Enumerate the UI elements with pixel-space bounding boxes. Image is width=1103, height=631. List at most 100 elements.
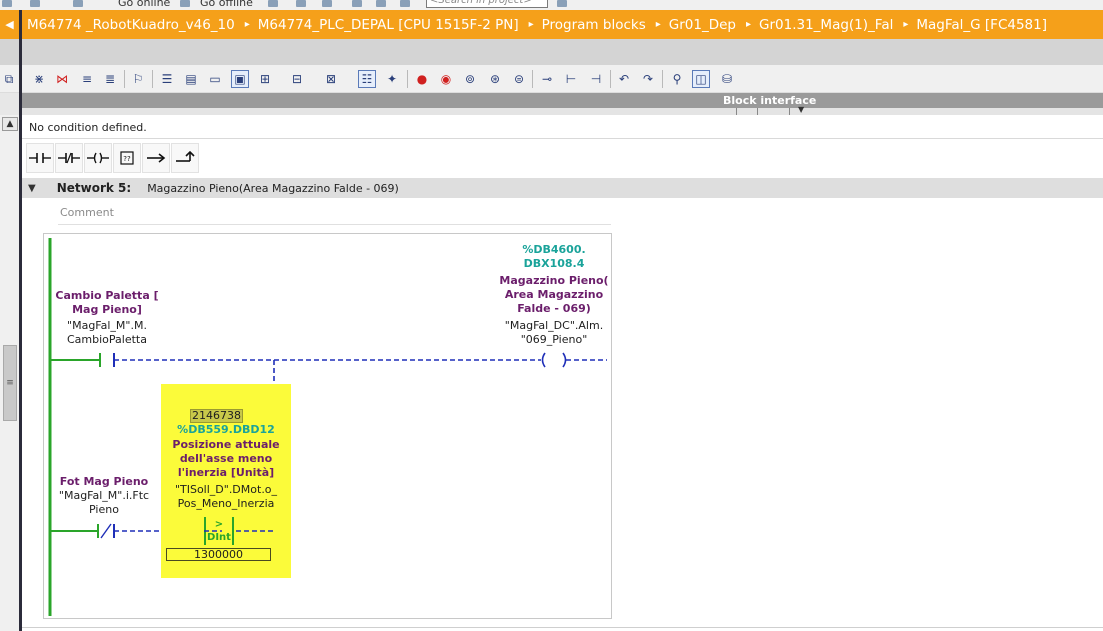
toolbar-icon[interactable] (2, 0, 12, 7)
breadcrumb-item[interactable]: Program blocks (534, 17, 646, 33)
contact2-name: Fot Mag Pieno (59, 475, 149, 488)
splitter-arrow-icon[interactable]: ▼ (798, 105, 804, 114)
toolbar-icon[interactable] (400, 0, 410, 7)
contact2-tag[interactable]: "MagFal_M".i.Ftc Pieno (44, 489, 164, 517)
compare-tag-line: "TISoll_D".DMot.o_ (174, 483, 278, 496)
contact1-tag[interactable]: "MagFal_M".M. CambioPaletta (47, 319, 167, 347)
go-offline-button[interactable]: Go offline (200, 0, 253, 9)
favorites-icon[interactable]: ⊟ (288, 70, 306, 88)
step-in-icon[interactable]: ↶ (615, 70, 633, 88)
close-branch-button[interactable] (171, 143, 199, 173)
coil-left[interactable] (541, 352, 546, 368)
ladder-network-area: Cambio Paletta [ Mag Pieno] "MagFal_M".M… (43, 233, 612, 619)
coil-address: %DB4600. DBX108.4 (494, 243, 614, 271)
cross-reference-icon[interactable]: ⚐ (129, 70, 147, 88)
contact2-tag-line: Pieno (89, 503, 119, 516)
force-icon[interactable]: ⊜ (510, 70, 528, 88)
network-view-icon[interactable]: ▤ (182, 70, 200, 88)
no-contact-button[interactable] (26, 143, 54, 173)
highlight-icon[interactable]: ✦ (383, 70, 401, 88)
splitter-tick (736, 108, 737, 115)
coil-button[interactable] (84, 143, 112, 173)
delete-network-icon[interactable]: ⋈ (53, 70, 71, 88)
insert-row-icon[interactable]: ≡ (78, 70, 96, 88)
monitor-icon[interactable]: ⊚ (461, 70, 479, 88)
network-title: Network 5: (56, 181, 132, 195)
nc-contact-slash (100, 523, 112, 539)
absolute-operands-icon[interactable]: ☰ (158, 70, 176, 88)
add-row-icon[interactable]: ≣ (101, 70, 119, 88)
search-go-icon[interactable] (557, 0, 567, 7)
breadcrumb-item[interactable]: Gr01_Dep (661, 17, 736, 33)
open-branch-icon (147, 153, 166, 163)
close-branch-icon (176, 151, 195, 162)
coil-name: Magazzino Pieno( Area Magazzino Falde - … (494, 274, 614, 316)
compare-instruction-box[interactable]: 2146738 %DB559.DBD12 Posizione attuale d… (161, 384, 291, 578)
coil-tag[interactable]: "MagFal_DC".Alm. "069_Pieno" (494, 319, 614, 347)
breadcrumb-item-current[interactable]: MagFal_G [FC4581] (908, 17, 1047, 33)
toolbar-edge-icon[interactable]: ⧉ (0, 70, 18, 88)
compare-address: %DB559.DBD12 (177, 423, 275, 436)
database-icon[interactable]: ⛁ (718, 70, 736, 88)
watch-icon[interactable]: ⚲ (668, 70, 686, 88)
toolbar-icon[interactable] (30, 0, 40, 7)
toolbar-icon[interactable] (73, 0, 83, 7)
toolbar-icon[interactable] (376, 0, 386, 7)
compare-constant[interactable]: 1300000 (166, 548, 271, 561)
condition-text: No condition defined. (29, 121, 147, 134)
modify-icon[interactable]: ⊛ (486, 70, 504, 88)
breadcrumb-item[interactable]: M64774_PLC_DEPAL [CPU 1515F-2 PN] (250, 17, 519, 33)
breadcrumb-separator-icon: ▸ (528, 19, 534, 30)
toolbar-icon[interactable] (268, 0, 278, 7)
breadcrumb-item[interactable]: M64774 _RobotKuadro_v46_10 (19, 17, 235, 33)
step-out-icon[interactable]: ↷ (639, 70, 657, 88)
compare-operator-box[interactable]: > DInt (204, 517, 234, 545)
list-view-icon[interactable]: ☷ (358, 70, 376, 88)
compare-name-line: l'inerzia [Unità] (177, 466, 275, 479)
collapse-triangle-icon[interactable]: ▼ (28, 183, 36, 194)
insert-network-icon[interactable]: ⋇ (30, 70, 48, 88)
breakpoint-icon[interactable]: ● (413, 70, 431, 88)
search-input[interactable]: <Search in project> (426, 0, 548, 8)
svg-text:??: ?? (123, 155, 131, 163)
collapse-networks-icon[interactable]: ▭ (206, 70, 224, 88)
network-subtitle[interactable]: Magazzino Pieno(Area Magazzino Falde - 0… (147, 182, 399, 195)
coil-address-line: DBX108.4 (523, 257, 585, 270)
toolbar-icon[interactable] (296, 0, 306, 7)
block-interface-bar[interactable]: Block interface (22, 93, 1103, 108)
go-online-button[interactable]: Go online (118, 0, 170, 9)
lad-instruction-toolbar: ?? (26, 143, 200, 173)
go-to-icon[interactable]: ⊸ (538, 70, 556, 88)
tag-information-icon[interactable]: ⊞ (256, 70, 274, 88)
toolbar-icon[interactable] (180, 0, 190, 7)
splitter-tick (789, 108, 790, 115)
vertical-scrollbar[interactable]: ▲ ≡ (0, 115, 20, 631)
empty-box-button[interactable]: ?? (113, 143, 141, 173)
next-error-icon[interactable]: ⊢ (562, 70, 580, 88)
open-branch-button[interactable] (142, 143, 170, 173)
contact2-tag-line: "MagFal_M".i.Ftc (58, 489, 150, 502)
breadcrumb-separator-icon: ▸ (745, 19, 752, 30)
block-interface-splitter[interactable]: ▼ (22, 105, 1103, 115)
monitoring-on-icon[interactable]: ◫ (692, 70, 710, 88)
back-arrow-icon[interactable]: ◀ (0, 10, 19, 39)
toolbar-separator (662, 70, 663, 88)
compare-name-line: dell'asse meno (179, 452, 273, 465)
previous-error-icon[interactable]: ⊣ (587, 70, 605, 88)
breadcrumb-item[interactable]: Gr01.31_Mag(1)_Fal (751, 17, 893, 33)
toolbar-icon[interactable] (322, 0, 332, 7)
scroll-up-icon[interactable]: ▲ (2, 117, 18, 131)
networks-icon[interactable]: ⊠ (322, 70, 340, 88)
show-comments-icon[interactable]: ▣ (231, 70, 249, 88)
nc-contact-button[interactable] (55, 143, 83, 173)
network-comment-field[interactable]: Comment (58, 204, 611, 225)
network-header[interactable]: ▼ Network 5: Magazzino Pieno(Area Magazz… (22, 178, 1103, 198)
toolbar-icon[interactable] (352, 0, 362, 7)
remove-breakpoint-icon[interactable]: ◉ (437, 70, 455, 88)
contact1-tag-line: "MagFal_M".M. (67, 319, 147, 332)
scroll-thumb[interactable]: ≡ (3, 345, 17, 421)
compare-operand-tag[interactable]: "TISoll_D".DMot.o_ Pos_Meno_Inerzia (161, 483, 291, 511)
coil-right[interactable] (562, 352, 567, 368)
toolbar-separator (407, 70, 408, 88)
toolbar-separator (152, 70, 153, 88)
